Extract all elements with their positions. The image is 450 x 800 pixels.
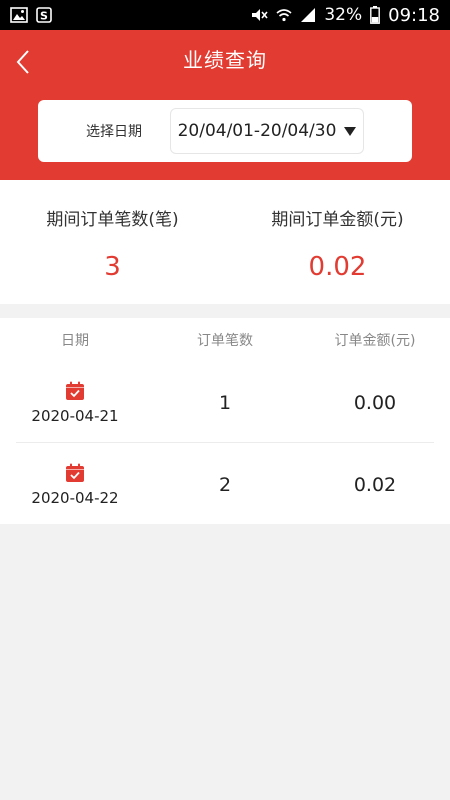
row-count: 1 <box>218 392 232 414</box>
row-amount: 0.02 <box>353 474 397 496</box>
order-amount-label: 期间订单金额(元) <box>271 210 404 230</box>
column-header-amount: 订单金额(元) <box>334 333 416 349</box>
order-amount-value: 0.02 <box>308 252 367 282</box>
summary-panel: 期间订单笔数(笔) 3 期间订单金额(元) 0.02 <box>0 180 450 304</box>
gallery-icon <box>10 7 28 23</box>
clock: 09:18 <box>388 4 440 26</box>
wifi-icon <box>276 7 292 23</box>
calendar-check-icon <box>66 463 84 482</box>
order-count-summary: 期间订单笔数(笔) 3 <box>0 180 225 304</box>
date-cell: 2020-04-21 <box>0 362 150 444</box>
row-date: 2020-04-22 <box>31 489 119 507</box>
date-filter-card: 选择日期 20/04/01-20/04/30 <box>38 100 412 162</box>
date-range-select[interactable]: 20/04/01-20/04/30 <box>170 108 364 154</box>
calendar-check-icon <box>66 381 84 400</box>
svg-text:S: S <box>40 10 48 23</box>
battery-icon <box>370 6 381 24</box>
s-app-icon: S <box>36 7 52 23</box>
table-header: 日期 订单笔数 订单金额(元) <box>0 318 450 362</box>
row-date: 2020-04-21 <box>31 407 119 425</box>
status-left: S <box>10 7 52 23</box>
orders-table: 日期 订单笔数 订单金额(元) 2020-04-21 1 0.00 2020-0… <box>0 318 450 524</box>
mute-icon <box>250 7 268 23</box>
table-row[interactable]: 2020-04-21 1 0.00 <box>0 362 450 444</box>
column-header-date: 日期 <box>61 333 89 349</box>
page-title: 业绩查询 <box>183 48 267 72</box>
signal-icon <box>300 7 316 23</box>
battery-percent: 32% <box>324 5 363 25</box>
column-header-count: 订单笔数 <box>197 333 253 349</box>
row-count: 2 <box>218 474 232 496</box>
header: 业绩查询 选择日期 20/04/01-20/04/30 <box>0 30 450 180</box>
order-amount-summary: 期间订单金额(元) 0.02 <box>225 180 450 304</box>
row-amount: 0.00 <box>353 392 397 414</box>
row-divider <box>16 442 434 443</box>
table-row[interactable]: 2020-04-22 2 0.02 <box>0 444 450 526</box>
order-count-label: 期间订单笔数(笔) <box>46 210 179 230</box>
date-cell: 2020-04-22 <box>0 444 150 526</box>
triangle-down-icon <box>344 126 357 136</box>
date-label: 选择日期 <box>86 124 142 140</box>
date-range-value: 20/04/01-20/04/30 <box>177 121 337 141</box>
status-bar: S 32% 09:18 <box>0 0 450 30</box>
order-count-value: 3 <box>104 252 121 282</box>
status-right: 32% 09:18 <box>250 5 440 26</box>
